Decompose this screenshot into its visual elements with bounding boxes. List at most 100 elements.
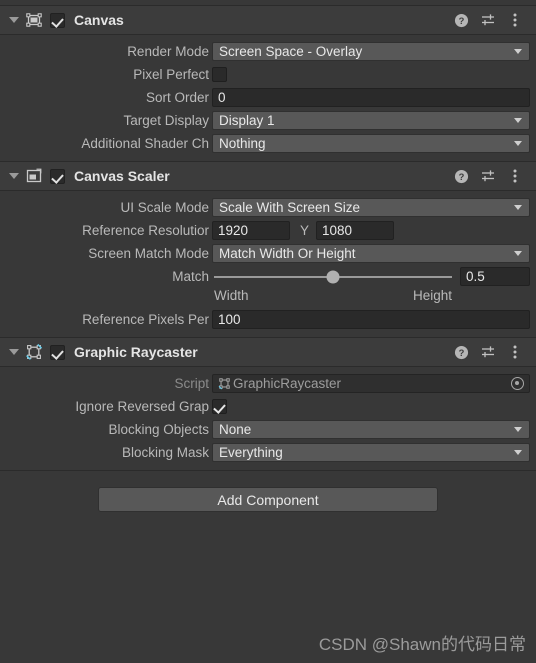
property-label: Additional Shader Ch	[81, 135, 209, 151]
property-row-ignore-reversed-grap: Ignore Reversed Grap	[0, 395, 536, 418]
dropdown-value: Scale With Screen Size	[219, 200, 361, 215]
slider-caption-spacer	[10, 288, 212, 308]
number-input-x[interactable]: 1920	[212, 221, 290, 240]
property-row-reference-pixels-per: Reference Pixels Per 100	[0, 308, 536, 331]
add-component-button[interactable]: Add Component	[98, 487, 438, 512]
number-input-y[interactable]: 1080	[316, 221, 395, 240]
dropdown-value: Display 1	[219, 113, 275, 128]
enable-checkbox-canvas-scaler[interactable]	[50, 168, 65, 184]
number-input-y-value: 1080	[322, 223, 353, 238]
foldout-toggle-graphic-raycaster[interactable]	[6, 337, 22, 367]
property-row-blocking-objects: Blocking Objects None	[0, 418, 536, 441]
component-canvas: Canvas? Render Mode Screen Space - Overlay…	[0, 5, 536, 161]
header-tools-graphic-raycaster: ?	[453, 344, 536, 360]
dropdown-value: Nothing	[219, 136, 266, 151]
component-title-canvas: Canvas	[74, 12, 124, 28]
dropdown-2[interactable]: None	[212, 420, 530, 439]
property-row-blocking-mask: Blocking Mask Everything	[0, 441, 536, 464]
header-tools-canvas: ?	[453, 12, 536, 28]
component-graphic-raycaster: Graphic Raycaster? Script GraphicRaycaster…	[0, 337, 536, 470]
raycaster-icon	[24, 342, 44, 362]
slider-min-label: Width	[214, 288, 249, 303]
property-label: Sort Order	[145, 89, 209, 105]
text-input-2[interactable]: 0	[212, 88, 530, 107]
property-row-sort-order: Sort Order 0	[0, 86, 536, 109]
chevron-down-icon	[514, 450, 522, 455]
property-field: 0.5	[212, 267, 530, 286]
dropdown-3[interactable]: Everything	[212, 443, 530, 462]
chevron-down-icon	[9, 173, 19, 179]
property-row-target-display: Target Display Display 1	[0, 109, 536, 132]
property-field: Display 1	[212, 111, 530, 130]
property-field: 0	[212, 88, 530, 107]
text-input-4[interactable]: 100	[212, 310, 530, 329]
more-menu-icon[interactable]	[507, 344, 523, 360]
property-label: Ignore Reversed Grap	[75, 398, 209, 414]
property-field: Match Width Or Height	[212, 244, 530, 263]
property-field: Scale With Screen Size	[212, 198, 530, 217]
dropdown-0[interactable]: Scale With Screen Size	[212, 198, 530, 217]
help-icon[interactable]: ?	[453, 344, 469, 360]
checkbox-1[interactable]	[212, 399, 227, 414]
chevron-down-icon	[9, 349, 19, 355]
enable-checkbox-canvas[interactable]	[50, 12, 65, 28]
slider-3[interactable]: 0.5	[212, 267, 530, 286]
property-label: Reference Resolutior	[82, 222, 209, 238]
foldout-toggle-canvas[interactable]	[6, 5, 22, 35]
chevron-down-icon	[9, 17, 19, 23]
chevron-down-icon	[514, 118, 522, 123]
dropdown-value: Match Width Or Height	[219, 246, 356, 261]
number-input-x-value: 1920	[218, 223, 249, 238]
more-menu-icon[interactable]	[507, 168, 523, 184]
property-field: Screen Space - Overlay	[212, 42, 530, 61]
property-label: Reference Pixels Per	[82, 311, 209, 327]
axis-label-y: Y	[300, 223, 310, 238]
help-icon[interactable]: ?	[453, 168, 469, 184]
chevron-down-icon	[514, 251, 522, 256]
watermark-text: CSDN @Shawn的代码日常	[318, 635, 526, 654]
object-field-0[interactable]: GraphicRaycaster	[212, 374, 530, 393]
property-row-reference-resolutior: Reference Resolutior 1920 Y 1080	[0, 219, 536, 242]
dropdown-0[interactable]: Screen Space - Overlay	[212, 42, 530, 61]
text-input-value: 100	[218, 312, 241, 327]
component-header-canvas-scaler[interactable]: Canvas Scaler?	[0, 161, 536, 191]
property-label: Blocking Objects	[108, 421, 209, 437]
more-menu-icon[interactable]	[507, 12, 523, 28]
preset-settings-icon[interactable]	[480, 12, 496, 28]
property-field: 100	[212, 310, 530, 329]
foldout-toggle-canvas-scaler[interactable]	[6, 161, 22, 191]
component-body-graphic-raycaster: Script GraphicRaycaster Ignore Reversed Gr…	[0, 367, 536, 470]
dropdown-3[interactable]: Display 1	[212, 111, 530, 130]
dropdown-2[interactable]: Match Width Or Height	[212, 244, 530, 263]
slider-track[interactable]	[214, 270, 452, 283]
property-label: Script	[174, 375, 209, 391]
help-icon[interactable]: ?	[453, 12, 469, 28]
component-header-graphic-raycaster[interactable]: Graphic Raycaster?	[0, 337, 536, 367]
slider-max-label: Height	[412, 288, 452, 303]
property-field: 1920 Y 1080	[212, 221, 530, 240]
component-header-canvas[interactable]: Canvas?	[0, 5, 536, 35]
component-body-canvas: Render Mode Screen Space - Overlay Pixel P…	[0, 35, 536, 161]
slider-handle[interactable]	[326, 270, 340, 283]
property-label: Pixel Perfect	[133, 66, 209, 82]
object-picker-icon[interactable]	[511, 377, 524, 390]
property-label: UI Scale Mode	[120, 199, 209, 215]
property-row-screen-match-mode: Screen Match Mode Match Width Or Height	[0, 242, 536, 265]
property-field: GraphicRaycaster	[212, 374, 530, 393]
component-title-canvas-scaler: Canvas Scaler	[74, 168, 170, 184]
property-label: Match	[172, 268, 209, 284]
preset-settings-icon[interactable]	[480, 344, 496, 360]
checkbox-1[interactable]	[212, 67, 227, 82]
component-title-graphic-raycaster: Graphic Raycaster	[74, 344, 198, 360]
property-label: Target Display	[123, 112, 209, 128]
slider-value: 0.5	[466, 269, 485, 284]
slider-value-input[interactable]: 0.5	[460, 267, 530, 286]
property-row-pixel-perfect: Pixel Perfect	[0, 63, 536, 86]
enable-checkbox-graphic-raycaster[interactable]	[50, 344, 65, 360]
property-row-match: Match 0.5	[0, 265, 536, 288]
property-row-render-mode: Render Mode Screen Space - Overlay	[0, 40, 536, 63]
preset-settings-icon[interactable]	[480, 168, 496, 184]
chevron-down-icon	[514, 141, 522, 146]
component-canvas-scaler: Canvas Scaler? UI Scale Mode Scale With Sc…	[0, 161, 536, 337]
dropdown-4[interactable]: Nothing	[212, 134, 530, 153]
